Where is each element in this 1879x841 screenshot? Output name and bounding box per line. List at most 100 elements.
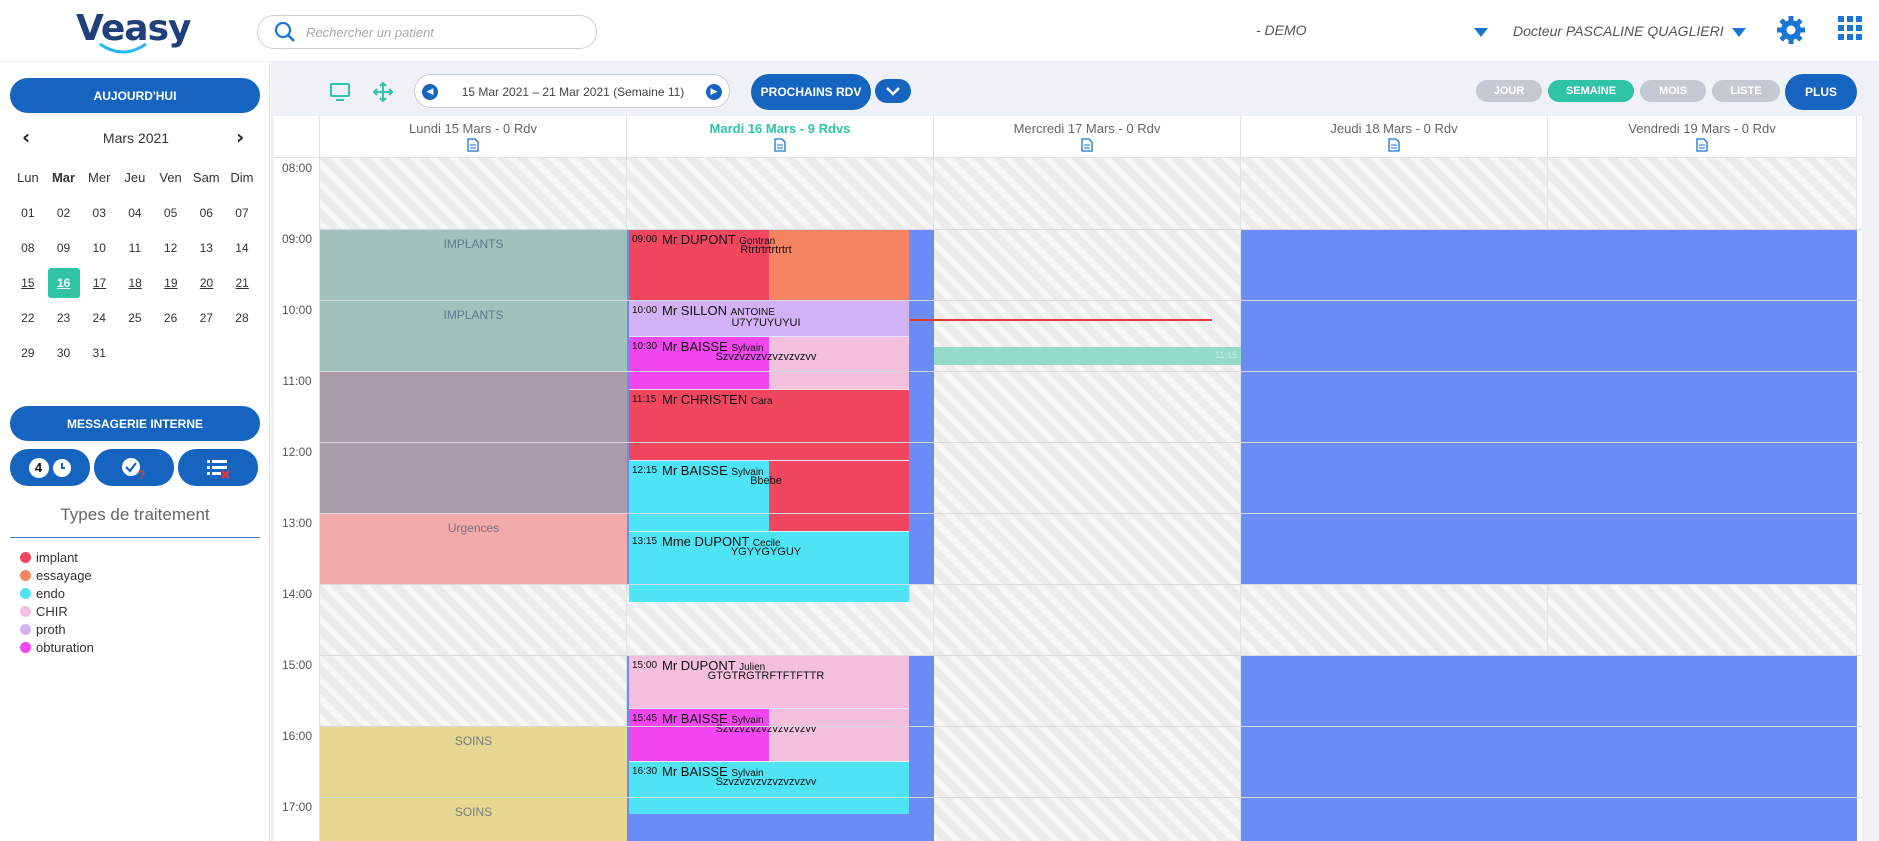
appointment[interactable]: 11:15 Mr CHRISTEN Cara <box>629 389 909 460</box>
calendar-day[interactable]: 18 <box>117 276 153 290</box>
availability-block[interactable] <box>1241 655 1548 841</box>
prochains-rdv-button[interactable]: PROCHAINS RDV <box>751 74 871 110</box>
document-icon[interactable] <box>467 138 479 152</box>
appt-first-name: Cara <box>750 396 773 407</box>
color-dot-icon <box>20 587 31 599</box>
availability-block[interactable] <box>1548 229 1857 584</box>
check-alert-icon: ? <box>122 457 145 480</box>
calendar-day[interactable]: 26 <box>153 311 189 325</box>
day-header-monday[interactable]: Lundi 15 Mars - 0 Rdv <box>320 116 627 158</box>
calendar-day[interactable]: 07 <box>224 206 260 220</box>
calendar-day-selected[interactable]: 16 <box>47 267 80 298</box>
calendar-day[interactable]: 14 <box>224 241 260 255</box>
calendar-day[interactable]: 11 <box>117 241 153 255</box>
availability-block[interactable] <box>1548 655 1857 841</box>
calendar-day[interactable]: 23 <box>46 311 82 325</box>
prev-week-icon[interactable]: ◀ <box>422 84 438 100</box>
calendar-day[interactable]: 12 <box>153 241 189 255</box>
patient-search[interactable] <box>257 15 597 49</box>
validated-messages-button[interactable]: ? <box>94 449 174 486</box>
appt-note: GTGTRGTRFTFTFTTR <box>707 670 825 682</box>
current-week-row: 15 16 17 18 19 20 21 <box>10 265 260 300</box>
view-liste-button[interactable]: LISTE <box>1712 80 1780 102</box>
document-icon[interactable] <box>774 138 786 152</box>
day-header-wednesday[interactable]: Mercredi 17 Mars - 0 Rdv <box>934 116 1241 158</box>
calendar-day[interactable]: 04 <box>117 206 153 220</box>
wednesday-event-marker[interactable]: 11:15 <box>934 347 1241 365</box>
appt-note: YGYYGYGUY <box>730 546 802 558</box>
messagerie-button[interactable]: MESSAGERIE INTERNE <box>10 406 260 441</box>
appointment[interactable]: 15:00 Mr DUPONT Julien GTGTRGTRFTFTFTTR <box>629 655 909 708</box>
calendar-day[interactable]: 24 <box>81 311 117 325</box>
calendar-day[interactable]: 02 <box>46 206 82 220</box>
slot-implants[interactable]: IMPLANTS <box>320 300 627 371</box>
divider <box>10 537 260 538</box>
appointment[interactable]: 15:45 Mr BAISSE Sylvain Szvzvzvzvzvzvzvz… <box>629 708 909 761</box>
appointment[interactable]: 16:30 Mr BAISSE Sylvain Szvzvzvzvzvzvzvz… <box>629 761 909 814</box>
prochains-dropdown-button[interactable] <box>875 79 911 103</box>
calendar-day[interactable]: 28 <box>224 311 260 325</box>
gear-icon[interactable] <box>1776 15 1806 45</box>
day-header-thursday[interactable]: Jeudi 18 Mars - 0 Rdv <box>1241 116 1548 158</box>
calendar-day[interactable]: 22 <box>10 311 46 325</box>
calendar-day[interactable]: 10 <box>81 241 117 255</box>
appointment[interactable]: 13:15 Mme DUPONT Cecile YGYYGYGUY <box>629 531 909 602</box>
view-mois-button[interactable]: MOIS <box>1640 80 1706 102</box>
task-list-button[interactable] <box>178 449 258 486</box>
move-arrows-icon[interactable] <box>372 81 394 103</box>
calendar-day[interactable]: 25 <box>117 311 153 325</box>
appt-note: Bbebe <box>750 475 782 487</box>
availability-block[interactable] <box>1241 229 1548 584</box>
calendar-day[interactable]: 20 <box>189 276 225 290</box>
document-icon[interactable] <box>1696 138 1708 152</box>
slot-implants[interactable]: IMPLANTS <box>320 229 627 300</box>
calendar-day[interactable]: 15 <box>10 276 46 290</box>
plus-button[interactable]: PLUS <box>1785 74 1857 110</box>
calendar-day[interactable]: 31 <box>81 346 117 360</box>
day-header-tuesday[interactable]: Mardi 16 Mars - 9 Rdvs <box>627 116 934 158</box>
calendar-day[interactable]: 29 <box>10 346 46 360</box>
search-input[interactable] <box>306 24 566 40</box>
calendar-day[interactable]: 01 <box>10 206 46 220</box>
calendar-day[interactable]: 13 <box>188 241 224 255</box>
slot-urgences[interactable]: Urgences <box>320 513 627 584</box>
day-header-label: Mercredi 17 Mars - 0 Rdv <box>1013 121 1161 136</box>
appointment[interactable]: 10:30 Mr BAISSE Sylvain Szvzvzvzvzvzvzvz… <box>629 336 909 389</box>
calendar-day[interactable]: 08 <box>10 241 46 255</box>
calendar-day[interactable]: 21 <box>224 276 260 290</box>
doctor-caret-down-icon[interactable] <box>1732 28 1746 37</box>
calendar-day[interactable]: 19 <box>153 276 189 290</box>
appt-color-chir <box>769 709 909 761</box>
color-dot-icon <box>20 551 31 563</box>
slot-soins[interactable]: SOINS <box>320 797 627 841</box>
document-icon[interactable] <box>1388 138 1400 152</box>
view-jour-button[interactable]: JOUR <box>1476 80 1542 102</box>
slot-label: SOINS <box>454 734 493 748</box>
calendar-day[interactable]: 06 <box>188 206 224 220</box>
today-button[interactable]: AUJOURD'HUI <box>10 78 260 113</box>
day-header-friday[interactable]: Vendredi 19 Mars - 0 Rdv <box>1548 116 1857 158</box>
calendar-day[interactable]: 03 <box>81 206 117 220</box>
calendar-day[interactable]: 30 <box>46 346 82 360</box>
calendar-day[interactable]: 17 <box>82 276 118 290</box>
appointment[interactable]: 09:00 Mr DUPONT Gontran Rtrtrtrtrtrtrt <box>629 229 909 300</box>
veasy-logo[interactable]: Veasy <box>70 6 191 56</box>
calendar-day[interactable]: 05 <box>153 206 189 220</box>
appointment[interactable]: 10:00 Mr SILLON ANTOINE U7Y7UYUYUI <box>629 300 909 336</box>
weekday: Mar <box>51 170 76 185</box>
monitor-icon[interactable] <box>329 82 351 102</box>
appointment[interactable]: 12:15 Mr BAISSE Sylvain Bbebe <box>629 460 909 531</box>
account-caret-down-icon[interactable] <box>1474 28 1488 37</box>
calendar-day[interactable]: 09 <box>46 241 82 255</box>
calendar-day[interactable]: 27 <box>188 311 224 325</box>
apps-grid-icon[interactable] <box>1838 16 1862 40</box>
next-month-icon[interactable]: › <box>236 127 244 147</box>
slot-soins[interactable]: SOINS <box>320 726 627 797</box>
document-icon[interactable] <box>1081 138 1093 152</box>
pending-messages-button[interactable]: 4 <box>10 449 90 486</box>
next-week-icon[interactable]: ▶ <box>706 84 722 100</box>
view-semaine-button[interactable]: SEMAINE <box>1548 80 1634 102</box>
list-cancel-icon <box>207 459 230 479</box>
day-column-wednesday[interactable] <box>934 158 1241 841</box>
doctor-name[interactable]: Docteur PASCALINE QUAGLIERI <box>1513 23 1724 39</box>
